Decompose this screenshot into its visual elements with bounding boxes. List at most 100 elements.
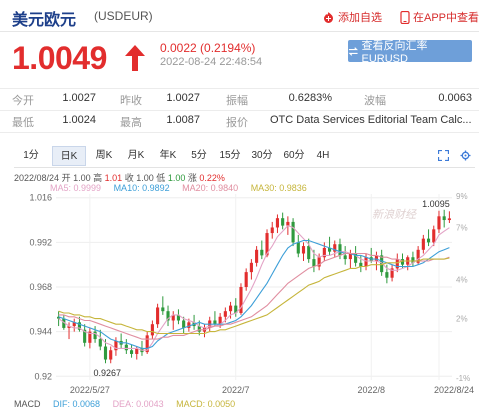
- candle-body: [129, 350, 134, 354]
- candle-body: [447, 218, 451, 221]
- tab-daily[interactable]: 日K: [52, 146, 86, 166]
- stat-value: 1.0027: [166, 92, 200, 104]
- tab-5min[interactable]: 5分: [184, 146, 214, 166]
- x-tick-label: 2022/8: [357, 385, 385, 395]
- stats-row: 最低 1.0024 最高 1.0087 报价 OTC Data Services…: [0, 110, 479, 132]
- period-tabs: 1分 日K 周K 月K 年K 5分 15分 30分 60分 4H: [14, 146, 475, 166]
- candle-body: [301, 246, 306, 254]
- stat-label: 振幅: [226, 95, 248, 107]
- candle-body: [437, 216, 441, 230]
- settings-icon[interactable]: [460, 150, 471, 161]
- candle-body: [296, 242, 300, 254]
- pct-tick-label: 7%: [456, 223, 468, 232]
- candle-body: [442, 216, 446, 221]
- open-in-app-button[interactable]: 在APP中查看: [400, 9, 479, 25]
- candle-body: [103, 346, 108, 360]
- ma-line-ma10: [58, 239, 450, 349]
- reverse-rate-button[interactable]: 查看反向汇率 EURUSD: [348, 40, 472, 65]
- macd-value: MACD: 0.0050: [176, 399, 236, 409]
- candle-body: [213, 320, 217, 325]
- candle-body: [223, 311, 227, 317]
- candle-body: [426, 238, 431, 243]
- x-tick-label: 2022/7: [222, 385, 250, 395]
- tab-30min[interactable]: 30分: [246, 146, 278, 166]
- candle-body: [150, 324, 154, 336]
- stat-label: 今开: [12, 95, 34, 107]
- phone-icon: [400, 10, 410, 24]
- add-favorite-button[interactable]: 添加自选: [322, 9, 382, 25]
- stats-divider: [0, 132, 479, 133]
- stat-value: 1.0024: [62, 114, 96, 126]
- candle-body: [307, 246, 311, 260]
- current-price: 1.0049: [12, 40, 107, 76]
- tab-yearly[interactable]: 年K: [152, 146, 184, 166]
- candle-body: [291, 221, 295, 243]
- macd-dif: DIF: 0.0068: [53, 399, 101, 409]
- info-open: 1.00: [73, 173, 91, 183]
- quote-timestamp: 2022-08-24 22:48:54: [160, 56, 263, 68]
- pct-tick-label: -1%: [456, 374, 470, 383]
- header-divider: [0, 31, 479, 32]
- open-in-app-label: 在APP中查看: [413, 12, 479, 24]
- info-chg: 0.22%: [199, 173, 225, 183]
- info-high-label: 高: [93, 173, 103, 183]
- info-chg-label: 涨: [187, 173, 197, 183]
- swap-icon: [348, 46, 358, 56]
- price-change: 0.0022 (0.2194%): [160, 41, 256, 55]
- candle-body: [228, 305, 233, 312]
- candle-body: [98, 339, 102, 347]
- up-arrow-icon: [125, 45, 145, 71]
- pct-tick-label: 4%: [456, 276, 468, 285]
- candle-body: [260, 249, 264, 256]
- macd-title: MACD: [14, 399, 41, 409]
- high-annotation: 1.0095: [422, 199, 450, 209]
- y-tick-label: 0.968: [29, 282, 52, 292]
- info-close: 1.00: [167, 173, 186, 183]
- x-tick-label: 2022/8/24: [434, 385, 474, 395]
- stat-label: 波幅: [364, 95, 386, 107]
- info-close-label: 低: [156, 173, 166, 183]
- low-annotation: 0.9267: [94, 368, 122, 378]
- tab-15min[interactable]: 15分: [214, 146, 246, 166]
- stat-label: 最高: [120, 117, 142, 129]
- candle-body: [109, 350, 113, 360]
- x-tick-label: 2022/5/27: [70, 385, 110, 395]
- macd-dea: DEA: 0.0043: [112, 399, 164, 409]
- macd-legend: MACD DIF: 0.0068 DEA: 0.0043 MACD: 0.005…: [14, 399, 245, 409]
- info-open-label: 开: [61, 173, 71, 183]
- info-high: 1.01: [104, 173, 123, 183]
- candle-body: [281, 218, 285, 226]
- candle-body: [124, 344, 128, 351]
- candle-body: [270, 227, 274, 234]
- tab-4h[interactable]: 4H: [310, 146, 336, 166]
- candle-body: [343, 255, 347, 260]
- candle-body: [364, 257, 368, 267]
- y-tick-label: 1.016: [29, 193, 52, 203]
- stat-label: 报价: [226, 117, 248, 129]
- tab-1min[interactable]: 1分: [14, 146, 48, 166]
- quote-header: 美元欧元 (USDEUR) 添加自选 在APP中查看: [0, 0, 479, 34]
- candle-body: [385, 272, 389, 278]
- stat-value: 1.0027: [62, 92, 96, 104]
- fullscreen-icon[interactable]: [438, 150, 449, 161]
- candle-body: [244, 272, 248, 287]
- candle-body: [93, 331, 97, 340]
- pct-tick-label: 2%: [456, 315, 468, 324]
- tabs-divider: [14, 167, 475, 168]
- y-tick-label: 0.92: [34, 371, 52, 381]
- info-low: 1.00: [136, 173, 154, 183]
- info-low-label: 收: [124, 173, 134, 183]
- stat-label: 最低: [12, 117, 34, 129]
- kline-chart[interactable]: 1.016 0.992 0.968 0.944 0.92 9% 7% 4% 2% -1% 2022/…: [0, 188, 479, 398]
- tab-60min[interactable]: 60分: [278, 146, 310, 166]
- watermark: 新浪财经: [372, 208, 417, 221]
- tab-monthly[interactable]: 月K: [120, 146, 152, 166]
- add-favorite-label: 添加自选: [338, 12, 382, 24]
- candle-body: [255, 249, 259, 263]
- candle-body: [182, 320, 186, 328]
- tab-weekly[interactable]: 周K: [88, 146, 120, 166]
- pair-title: 美元欧元: [12, 12, 77, 29]
- stat-value: 1.0087: [166, 114, 200, 126]
- candle-body: [249, 262, 253, 273]
- pair-code: (USDEUR): [94, 9, 153, 23]
